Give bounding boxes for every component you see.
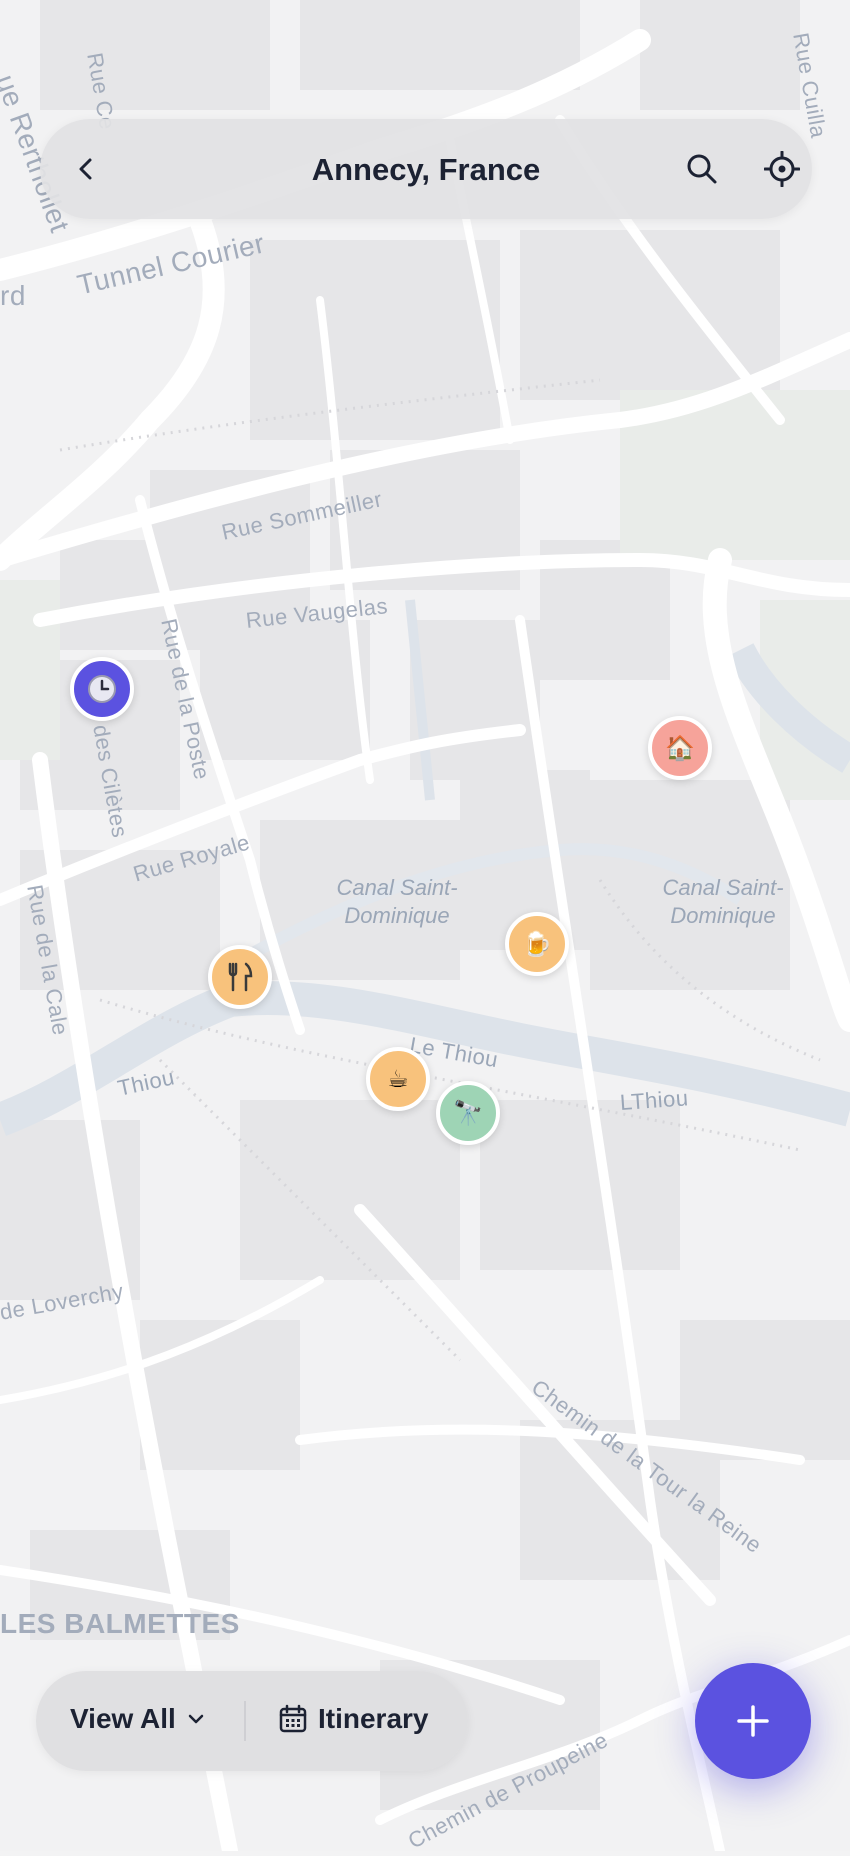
clock-icon xyxy=(88,675,116,703)
itinerary-label: Itinerary xyxy=(318,1703,429,1734)
toolbar-divider xyxy=(244,1701,246,1741)
coffee-pin[interactable]: ☕ xyxy=(366,1047,430,1111)
location-header: Annecy, France xyxy=(40,119,812,219)
restaurant-pin[interactable] xyxy=(208,945,272,1009)
telescope-icon: 🔭 xyxy=(453,1099,483,1127)
search-icon xyxy=(687,154,717,184)
clock-pin[interactable] xyxy=(70,657,134,721)
beer-pin[interactable]: 🍺 xyxy=(505,912,569,976)
locate-button[interactable] xyxy=(754,141,810,197)
water-label: LThiou xyxy=(619,1085,690,1115)
calendar-icon xyxy=(279,1704,307,1733)
water-label: Canal Saint-Dominique xyxy=(662,875,784,928)
coffee-icon: ☕ xyxy=(387,1065,409,1093)
bottom-toolbar: View All Itinerary xyxy=(36,1671,468,1771)
fork-knife-icon xyxy=(228,962,253,992)
chevron-down-icon xyxy=(188,1714,204,1724)
plus-icon xyxy=(737,1705,769,1737)
itinerary-button[interactable]: Itinerary xyxy=(278,1703,429,1735)
water-label: Canal Saint-Dominique xyxy=(336,875,458,928)
beer-icon: 🍺 xyxy=(522,930,552,958)
area-label: LES BALMETTES xyxy=(0,1608,240,1639)
house-pin[interactable]: 🏠 xyxy=(648,716,712,780)
house-icon: 🏠 xyxy=(665,734,695,762)
crosshair-icon xyxy=(764,151,800,187)
map[interactable]: Rue Sommeiller Rue Vaugelas Rue de la Po… xyxy=(0,0,850,1856)
view-all-label: View All xyxy=(70,1703,176,1734)
telescope-pin[interactable]: 🔭 xyxy=(436,1081,500,1145)
search-button[interactable] xyxy=(674,141,730,197)
street-label: rd xyxy=(0,280,26,311)
view-all-dropdown[interactable]: View All xyxy=(70,1703,206,1735)
add-button[interactable] xyxy=(695,1663,811,1779)
